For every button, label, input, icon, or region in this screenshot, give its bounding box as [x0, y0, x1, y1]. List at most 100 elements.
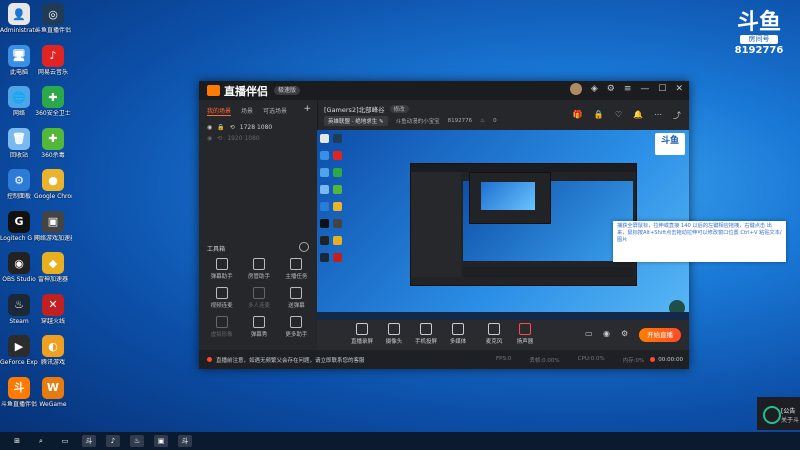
- desktop-icon[interactable]: ♨ Steam: [0, 293, 38, 325]
- taskbar-app[interactable]: 斗: [82, 435, 96, 447]
- tool-button[interactable]: 房管助手: [240, 258, 277, 280]
- close-icon[interactable]: ✕: [675, 84, 683, 94]
- add-scene-button[interactable]: +: [303, 104, 311, 114]
- desktop-icon[interactable]: W WeGame: [34, 376, 72, 408]
- rotate-icon[interactable]: ⟲: [217, 135, 222, 142]
- lock-icon[interactable]: 🔒: [217, 124, 224, 131]
- start-live-button[interactable]: 开始直播: [639, 328, 681, 342]
- desktop-icon[interactable]: ◉ OBS Studio: [0, 252, 38, 283]
- desktop-icon-label: 网络: [12, 110, 25, 117]
- desktop-icon[interactable]: ▶ GeForce Experience: [0, 335, 38, 366]
- tool-button[interactable]: 主播任务: [278, 258, 315, 280]
- taskbar-app[interactable]: ▣: [154, 435, 168, 447]
- desktop-icon-label: 360杀毒: [41, 151, 65, 159]
- record-icon[interactable]: ▭: [585, 329, 593, 338]
- screen-capture-button[interactable]: 直播录屏: [347, 323, 377, 345]
- search-icon[interactable]: ⌕: [34, 435, 48, 447]
- menu-icon[interactable]: ≡: [624, 84, 632, 94]
- source-row[interactable]: ◉ ⟲ 1920 1080: [199, 133, 317, 144]
- taskbar-app[interactable]: ♨: [130, 435, 144, 447]
- skin-icon[interactable]: ◈: [591, 84, 598, 94]
- tool-label: 更多助手: [285, 332, 308, 338]
- source-label: 1920 1080: [227, 135, 260, 142]
- start-button[interactable]: ⊞: [10, 435, 24, 447]
- preview-icon-row: [318, 183, 344, 200]
- speaker-button[interactable]: 扬声器: [510, 323, 540, 345]
- desktop-icon[interactable]: ◐ 腾讯游戏: [34, 335, 72, 366]
- tab-optional-scenes[interactable]: 可选场景: [263, 106, 287, 116]
- source-label: 1728 1080: [239, 124, 273, 131]
- app-icon: ✚: [42, 86, 64, 108]
- desktop-icon-label: 回收站: [9, 151, 28, 159]
- toolbox-more-icon[interactable]: [299, 242, 309, 252]
- taskbar-app[interactable]: 斗: [178, 435, 192, 447]
- edit-title-button[interactable]: 修改: [389, 105, 409, 113]
- desktop-icon[interactable]: GLogitech G HUB: [0, 210, 38, 242]
- microphone-icon: [488, 323, 500, 335]
- notification-panel[interactable]: [公告 关于斗: [757, 397, 800, 430]
- notification-icon: [763, 406, 781, 424]
- microphone-button[interactable]: 麦克风: [479, 323, 509, 345]
- tool-label: 弹幕助手: [210, 274, 233, 280]
- taskbar-app[interactable]: ▭: [58, 435, 72, 447]
- desktop-icon[interactable]: 斗斗鱼直播伴侣: [0, 376, 38, 408]
- desktop-icon[interactable]: ✚ 360安全卫士: [34, 86, 72, 117]
- douyu-brand: 斗鱼: [736, 10, 781, 35]
- camera-button[interactable]: 摄像头: [379, 323, 409, 345]
- tool-button[interactable]: 弹幕秀: [240, 316, 277, 338]
- media-button[interactable]: 多媒体: [443, 323, 473, 345]
- lock-room-icon[interactable]: 🔒: [594, 110, 604, 121]
- phone-cast-button[interactable]: 手机投屏: [411, 323, 441, 345]
- tool-button[interactable]: 虚拟形象: [203, 316, 240, 338]
- notice[interactable]: 直播前注意，如遇无频繁父会存在问题，请立即联系您的客服: [207, 356, 365, 364]
- desktop-icon[interactable]: ✕ 穿越火线: [34, 293, 72, 325]
- preview-taskbar: [317, 312, 689, 320]
- app-icon: ♪: [42, 44, 64, 67]
- desktop-icon[interactable]: ◆ 雷神加速器: [34, 252, 72, 283]
- edition-badge[interactable]: 极速版: [274, 86, 301, 95]
- desktop-icon[interactable]: 🖥 此电脑: [0, 44, 38, 76]
- desktop-icon[interactable]: ⚙ 控制面板: [0, 169, 38, 200]
- fans-icon[interactable]: ♡: [615, 110, 622, 121]
- rotate-icon[interactable]: ⟲: [230, 124, 235, 131]
- app-icon: W: [42, 376, 64, 399]
- tool-button[interactable]: 更多助手: [278, 316, 315, 338]
- source-row[interactable]: ◉ 🔒 ⟲ 1728 1080: [199, 122, 317, 133]
- stat-mem: 内存:0%: [622, 357, 645, 364]
- desktop-icon[interactable]: 👤 Administrator: [0, 3, 38, 34]
- tool-button[interactable]: 多人连麦: [240, 287, 277, 309]
- tool-icon: [215, 316, 228, 328]
- eye-icon[interactable]: ◉: [207, 135, 212, 142]
- user-avatar[interactable]: [569, 83, 582, 95]
- preview-app-icon: [320, 134, 329, 143]
- share-icon[interactable]: ⤴: [673, 110, 681, 121]
- desktop-icon[interactable]: ▣ 网络游戏加速器: [34, 210, 72, 242]
- desktop-icon[interactable]: ◎ 斗鱼直播伴侣: [34, 3, 72, 34]
- settings-small-icon[interactable]: ⚙: [621, 329, 628, 338]
- scene-panel: 我的场景 场景 可选场景 + ◉ 🔒 ⟲ 1728 1080 ◉ ⟲ 1920 …: [199, 100, 318, 350]
- category-selector[interactable]: 英雄联盟 · 绝地求生 ✎: [324, 116, 388, 126]
- bell-icon[interactable]: 🔔: [633, 110, 643, 121]
- eye-icon[interactable]: ◉: [207, 124, 212, 131]
- minimize-icon[interactable]: —: [640, 84, 649, 94]
- room-label: 房间号: [740, 35, 778, 44]
- desktop-icon[interactable]: ✚ 360杀毒: [34, 127, 72, 159]
- more-icon[interactable]: ⋯: [654, 110, 662, 121]
- settings-icon[interactable]: ⚙: [607, 84, 615, 94]
- taskbar-app[interactable]: ♪: [106, 435, 120, 447]
- tool-button[interactable]: 视频连麦: [203, 287, 240, 309]
- eye-toggle-icon[interactable]: ◉: [603, 329, 610, 338]
- maximize-icon[interactable]: ☐: [658, 84, 666, 94]
- tab-my-scenes[interactable]: 我的场景: [207, 106, 232, 116]
- tool-button[interactable]: 送弹幕: [278, 287, 315, 309]
- gift-icon[interactable]: 🎁: [573, 110, 583, 121]
- desktop-icon-label: Steam: [9, 317, 29, 325]
- desktop-icon-label: 网易云音乐: [37, 68, 68, 76]
- nested-titlebar: [411, 164, 636, 172]
- desktop-icon[interactable]: ♪ 网易云音乐: [34, 44, 72, 76]
- tab-scenes[interactable]: 场景: [241, 106, 253, 116]
- desktop-icon[interactable]: 🗑 回收站: [0, 127, 38, 159]
- desktop-icon[interactable]: 🌐 网络: [0, 86, 38, 117]
- desktop-icon[interactable]: ● Google Chrome: [34, 169, 72, 200]
- tool-button[interactable]: 弹幕助手: [203, 258, 240, 280]
